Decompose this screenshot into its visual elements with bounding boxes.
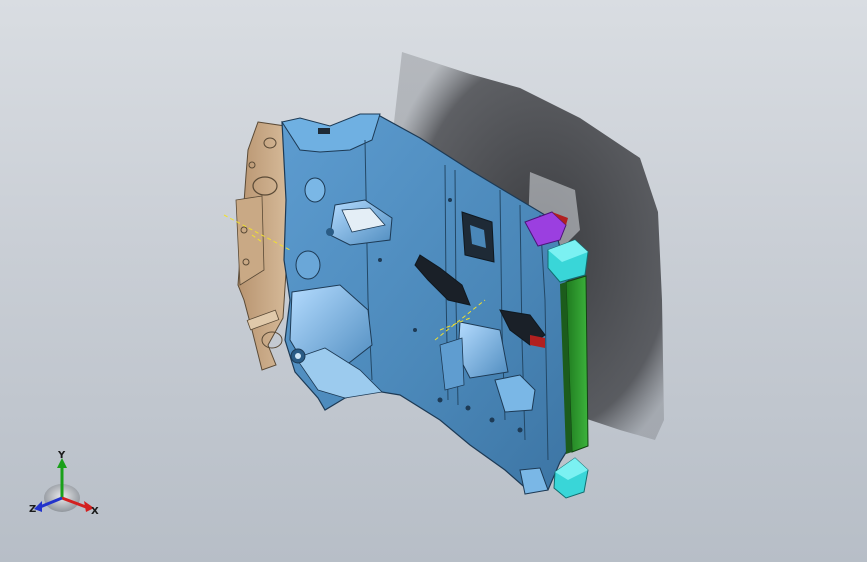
y-axis-label: Y bbox=[58, 450, 66, 461]
3d-model-scene[interactable] bbox=[0, 0, 867, 562]
x-axis-label: X bbox=[91, 506, 99, 517]
graphics-viewport[interactable]: Y X Z bbox=[0, 0, 867, 562]
z-axis-label: Z bbox=[29, 504, 37, 515]
